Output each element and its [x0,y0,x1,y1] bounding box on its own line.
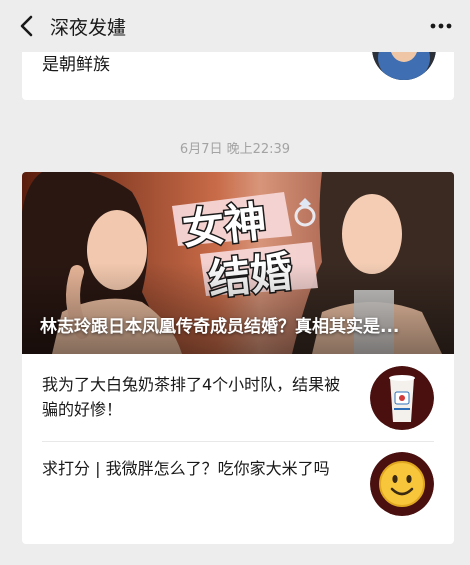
main-article-cover[interactable]: 女神 结婚 林志玲跟日本凤凰传奇成员结婚？真相其实是... [22,172,454,354]
message-timestamp: 6月7日 晚上22:39 [179,142,291,157]
milk-tea-cup-icon [370,366,434,430]
main-article-headline: 林志玲跟日本凤凰传奇成员结婚？真相其实是... [40,317,400,337]
smiley-emoji-icon [370,452,434,516]
chevron-left-icon [20,15,33,37]
article-item-title: 求打分 | 我微胖怎么了？吃你家大米了吗 [42,459,330,478]
more-dots-icon [430,23,452,29]
more-button[interactable] [426,14,456,38]
article-bundle-card: 女神 结婚 林志玲跟日本凤凰传奇成员结婚？真相其实是... 我为了大白兔奶茶排了… [22,172,454,544]
top-nav-bar: 深夜发嫿 [0,0,470,52]
article-item-title: 我为了大白兔奶茶排了4个小时队，结果被骗的好惨！ [42,375,341,419]
article-item[interactable]: 我为了大白兔奶茶排了4个小时队，结果被骗的好惨！ [22,354,454,444]
previous-article-title: 是朝鲜族 [42,55,110,75]
article-item[interactable]: 求打分 | 我微胖怎么了？吃你家大米了吗 [22,444,454,534]
item-divider [42,441,434,442]
page-title: 深夜发嫿 [50,16,127,39]
back-button[interactable] [6,0,46,52]
